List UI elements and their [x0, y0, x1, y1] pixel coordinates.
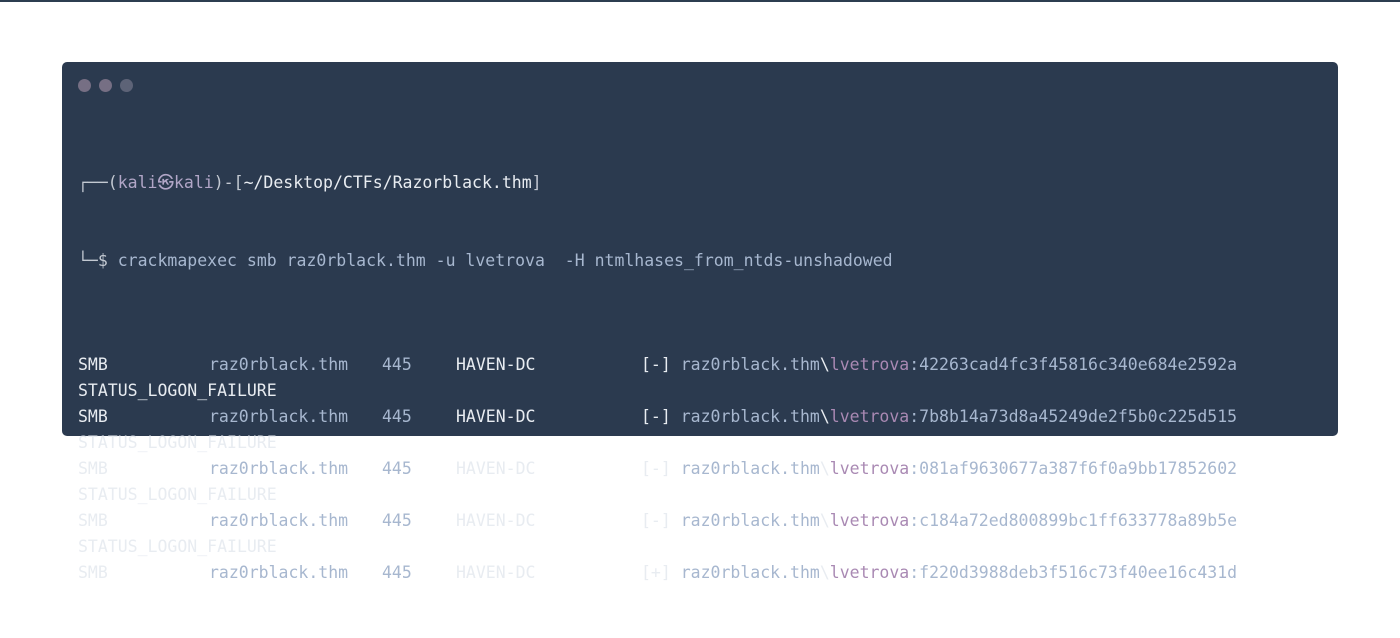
- result-host: raz0rblack.thm: [209, 355, 349, 374]
- command-line: └─$ crackmapexec smb raz0rblack.thm -u l…: [78, 248, 1322, 274]
- result-hash: :081af9630677a387f6f0a9bb17852602: [909, 459, 1238, 478]
- prompt-path: ~/Desktop/CTFs/Razorblack.thm: [243, 173, 532, 192]
- result-status: [-]: [641, 407, 671, 426]
- result-domain: raz0rblack.thm: [680, 407, 820, 426]
- result-dc-name: HAVEN-DC: [456, 563, 536, 582]
- result-host: raz0rblack.thm: [209, 563, 349, 582]
- result-proto: SMB: [78, 355, 108, 374]
- result-row: SMB raz0rblack.thm 445 HAVEN-DC [-] raz0rbla…: [78, 456, 1322, 482]
- terminal-window: ┌──(kali㉿kali)-[~/Desktop/CTFs/Razorblac…: [62, 62, 1338, 582]
- result-hash: :c184a72ed800899bc1ff633778a89b5e: [909, 511, 1238, 530]
- prompt-user: kali: [117, 173, 158, 192]
- prompt-frame-open: ┌──(: [78, 173, 118, 192]
- command-text: crackmapexec smb raz0rblack.thm -u lvetr…: [117, 251, 893, 270]
- result-message: STATUS_LOGON_FAILURE: [78, 485, 277, 504]
- result-host: raz0rblack.thm: [209, 407, 349, 426]
- result-port: 445: [382, 355, 412, 374]
- result-separator: \: [819, 563, 830, 582]
- result-message: STATUS_LOGON_FAILURE: [78, 381, 277, 400]
- result-row: SMB raz0rblack.thm 445 HAVEN-DC [-] raz0rbla…: [78, 352, 1322, 378]
- minimize-dot-icon[interactable]: [99, 79, 112, 92]
- window-controls: [78, 79, 133, 92]
- result-proto: SMB: [78, 563, 108, 582]
- prompt-at-symbol: ㉿: [157, 173, 175, 192]
- result-proto: SMB: [78, 459, 108, 478]
- result-hash: :f220d3988deb3f516c73f40ee16c431d: [909, 563, 1238, 582]
- result-status: [-]: [641, 511, 671, 530]
- prompt-dollar: └─$: [78, 251, 118, 270]
- result-dc-name: HAVEN-DC: [456, 355, 536, 374]
- result-domain: raz0rblack.thm: [680, 563, 820, 582]
- top-border: [0, 0, 1400, 2]
- result-domain: raz0rblack.thm: [680, 459, 820, 478]
- terminal-output[interactable]: ┌──(kali㉿kali)-[~/Desktop/CTFs/Razorblac…: [78, 118, 1322, 638]
- result-domain: raz0rblack.thm: [680, 355, 820, 374]
- results-list: SMB raz0rblack.thm 445 HAVEN-DC [-] raz0rbla…: [78, 352, 1322, 586]
- result-proto: SMB: [78, 407, 108, 426]
- result-user: lvetrova: [829, 407, 910, 426]
- result-dc-name: HAVEN-DC: [456, 459, 536, 478]
- result-separator: \: [819, 407, 830, 426]
- result-domain: raz0rblack.thm: [680, 511, 820, 530]
- result-proto: SMB: [78, 511, 108, 530]
- result-status: [-]: [641, 355, 671, 374]
- result-hash: :7b8b14a73d8a45249de2f5b0c225d515: [909, 407, 1238, 426]
- result-user: lvetrova: [829, 459, 910, 478]
- maximize-dot-icon[interactable]: [120, 79, 133, 92]
- result-separator: \: [819, 459, 830, 478]
- result-port: 445: [382, 511, 412, 530]
- result-separator: \: [819, 355, 830, 374]
- result-hash: :42263cad4fc3f45816c340e684e2592a: [909, 355, 1238, 374]
- prompt-frame-mid: )-[: [213, 173, 244, 192]
- prompt-host: kali: [174, 173, 214, 192]
- result-port: 445: [382, 563, 412, 582]
- result-row: SMB raz0rblack.thm 445 HAVEN-DC [-] raz0rbla…: [78, 404, 1322, 430]
- result-port: 445: [382, 407, 412, 426]
- result-message: STATUS_LOGON_FAILURE: [78, 537, 277, 556]
- result-user: lvetrova: [829, 511, 910, 530]
- result-separator: \: [819, 511, 830, 530]
- result-status: [-]: [641, 459, 671, 478]
- result-message: STATUS_LOGON_FAILURE: [78, 433, 277, 452]
- result-host: raz0rblack.thm: [209, 511, 349, 530]
- result-host: raz0rblack.thm: [209, 459, 349, 478]
- result-dc-name: HAVEN-DC: [456, 407, 536, 426]
- result-row: SMB raz0rblack.thm 445 HAVEN-DC [-] raz0rbla…: [78, 508, 1322, 534]
- result-user: lvetrova: [829, 355, 910, 374]
- result-user: lvetrova: [829, 563, 910, 582]
- result-status: [+]: [641, 563, 671, 582]
- prompt-line: ┌──(kali㉿kali)-[~/Desktop/CTFs/Razorblac…: [78, 170, 1322, 196]
- close-dot-icon[interactable]: [78, 79, 91, 92]
- result-row: SMB raz0rblack.thm 445 HAVEN-DC [+] raz0rbla…: [78, 560, 1322, 586]
- result-dc-name: HAVEN-DC: [456, 511, 536, 530]
- prompt-frame-close: ]: [531, 173, 542, 192]
- result-port: 445: [382, 459, 412, 478]
